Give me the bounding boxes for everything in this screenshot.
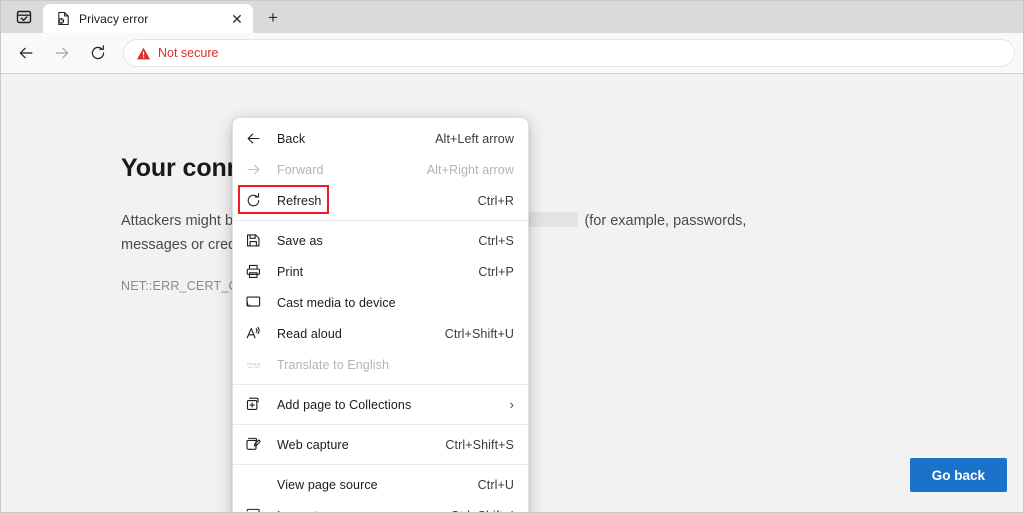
collections-icon [245,396,269,413]
menu-item-save-as[interactable]: Save as Ctrl+S [233,225,528,256]
svg-text:ಅ: ಅ [247,360,254,371]
back-arrow-icon [247,133,260,144]
not-secure-label: Not secure [158,46,219,60]
menu-item-label: Forward [277,162,324,177]
menu-item-inspect[interactable]: InspectCtrl+Shift+I [233,500,528,512]
printer-icon [246,264,261,279]
menu-item-shortcut: Ctrl+Shift+U [444,326,514,341]
menu-separator [233,464,528,465]
web-capture-icon [246,437,261,450]
broken-page-icon [55,11,71,27]
menu-separator [233,384,528,385]
menu-item-forward: Forward Alt+Right arrow [233,154,528,185]
menu-separator [233,220,528,221]
menu-item-print[interactable]: Print Ctrl+P [233,256,528,287]
refresh-icon [91,45,105,60]
context-menu: Back Alt+Left arrow Forward Alt+Right arrow… [232,117,529,512]
svg-text:ಆ: ಆ [254,360,261,371]
refresh-icon [245,192,269,209]
back-button[interactable] [9,38,43,68]
menu-item-label: Add page to Collections [277,397,412,412]
warning-triangle-icon [136,46,151,61]
address-bar[interactable]: Not secure [123,39,1015,67]
menu-item-label: Cast media to device [277,295,396,310]
new-tab-button[interactable]: + [259,3,287,31]
menu-item-view-source[interactable]: View page source Ctrl+U [233,469,528,500]
menu-item-label: Translate to English [277,357,390,372]
translate-icon: ಅಆ [247,360,261,371]
menu-item-label: Web capture [277,437,349,452]
menu-item-shortcut: Ctrl+U [477,477,514,492]
inspect-icon [245,507,269,512]
menu-item-label: View page source [277,477,378,492]
cast-icon [245,294,269,311]
menu-item-back[interactable]: Back Alt+Left arrow [233,123,528,154]
menu-item-translate: ಅ ಆ Translate to English [233,349,528,380]
menu-item-label: Inspect [269,509,450,513]
menu-item-label: Read aloud [277,326,342,341]
menu-item-shortcut: Alt+Right arrow [426,162,514,177]
menu-separator [233,424,528,425]
menu-item-shortcut: Ctrl+P [478,264,514,279]
tab-title: Privacy error [79,11,149,26]
menu-item-shortcut: Ctrl+Shift+S [445,437,514,452]
menu-item-label: Back [277,131,306,146]
go-back-button[interactable]: Go back [909,458,1007,492]
forward-button[interactable] [45,38,79,68]
refresh-button[interactable] [81,38,115,68]
menu-item-collections[interactable]: Add page to Collections › [233,389,528,420]
cast-icon [246,296,261,307]
forward-arrow-icon [245,161,269,178]
refresh-icon [247,193,260,207]
browser-tab[interactable]: Privacy error ✕ [43,4,253,33]
inspect-icon [246,508,260,512]
tab-actions-button[interactable] [9,4,39,30]
printer-icon [245,263,269,280]
menu-item-label: Print [277,264,304,279]
menu-item-shortcut: Alt+Left arrow [435,131,514,146]
menu-item-web-capture[interactable]: Web capture Ctrl+Shift+S [233,429,528,460]
menu-item-read-aloud[interactable]: Read aloud Ctrl+Shift+U [233,318,528,349]
menu-item-label: Refresh [277,193,322,208]
save-icon [246,234,260,247]
page-content: Your connection isn't private Attackers … [1,73,1023,512]
close-icon[interactable]: ✕ [227,9,247,29]
save-icon [245,232,269,249]
menu-item-shortcut: Ctrl+Shift+I [450,509,514,513]
menu-item-cast[interactable]: Cast media to device [233,287,528,318]
back-arrow-icon [245,130,269,147]
web-capture-icon [245,436,269,453]
chevron-right-icon: › [509,397,514,412]
read-aloud-icon [245,325,269,342]
forward-arrow-icon [55,47,69,59]
forward-arrow-icon [247,164,260,175]
menu-item-refresh[interactable]: Refresh Ctrl+R [233,185,528,216]
menu-item-label: Save as [277,233,323,248]
menu-item-shortcut: Ctrl+S [478,233,514,248]
browser-window: Privacy error ✕ + Not secure Your Attack… [0,0,1024,513]
read-aloud-icon [246,326,260,339]
tab-strip: Privacy error ✕ + [1,1,1023,33]
tab-actions-icon [16,10,32,24]
collections-icon [246,397,259,410]
translate-icon: ಅಆ [245,356,269,373]
back-arrow-icon [19,47,33,59]
menu-item-shortcut: Ctrl+R [477,193,514,208]
browser-toolbar: Not secure [1,33,1023,73]
